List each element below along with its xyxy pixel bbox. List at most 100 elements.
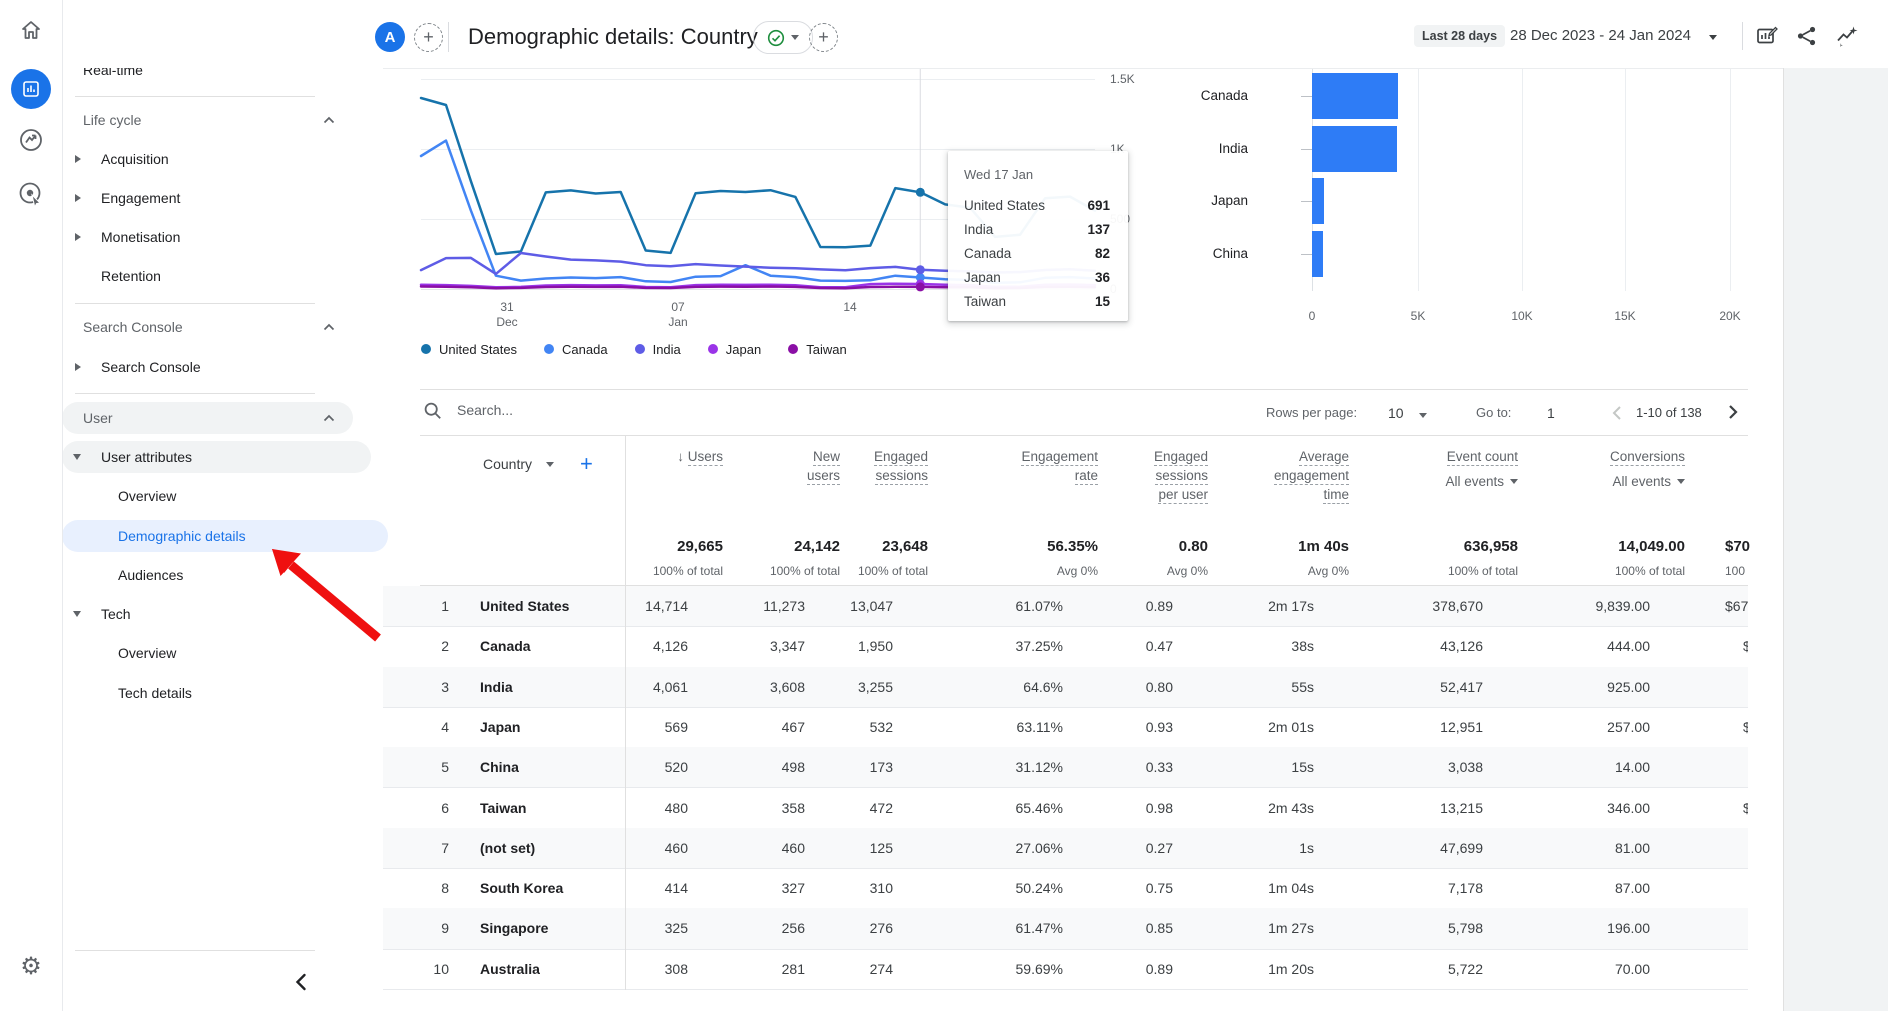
row-rank: 5 [423, 759, 449, 775]
column-header-users[interactable]: ↓ Users [677, 447, 723, 466]
column-separator [625, 435, 626, 990]
row-cell: 4,061 [653, 679, 688, 695]
column-header-conversions[interactable]: Conversions All events [1610, 447, 1685, 491]
bar[interactable] [1312, 126, 1397, 172]
nav-section-search-console[interactable]: Search Console [62, 311, 353, 343]
add-dimension-button[interactable]: + [580, 451, 593, 477]
next-page-icon[interactable] [1727, 404, 1739, 420]
row-cell: 1m 04s [1268, 880, 1314, 896]
legend-item[interactable]: United States [421, 342, 517, 357]
previous-page-icon[interactable] [1611, 405, 1623, 421]
legend-item[interactable]: Canada [544, 342, 608, 357]
table-row[interactable]: 10Australia30828127459.69%0.891m 20s5,72… [383, 949, 1748, 990]
nav-section-life-cycle[interactable]: Life cycle [62, 104, 353, 136]
nav-tech[interactable]: Tech [62, 598, 371, 630]
bar[interactable] [1312, 178, 1324, 224]
expand-arrow-icon [75, 155, 81, 163]
report-status-pill[interactable] [753, 21, 813, 54]
nav-retention[interactable]: Retention [62, 260, 371, 292]
nav-user-overview[interactable]: Overview [62, 480, 388, 512]
legend-dot [788, 344, 798, 354]
row-cell: 480 [665, 800, 688, 816]
tooltip-row: Canada82 [964, 241, 1110, 265]
nav-tech-overview[interactable]: Overview [62, 637, 388, 669]
bar-gridline [1625, 69, 1626, 291]
total-sub-partial: 100 [1725, 564, 1745, 578]
table-row[interactable]: 9Singapore32525627661.47%0.851m 27s5,798… [383, 908, 1748, 949]
tooltip-value: 15 [1095, 294, 1110, 309]
nav-label: User attributes [101, 449, 192, 465]
column-header-new-users[interactable]: Newusers [807, 447, 840, 485]
nav-section-label: Search Console [83, 319, 183, 335]
nav-monetisation[interactable]: Monetisation [62, 221, 371, 253]
legend-label: United States [439, 342, 517, 357]
column-header-engagement-rate[interactable]: Engagementrate [1021, 447, 1098, 485]
row-cell-partial: $ [1743, 638, 1748, 654]
rows-per-page-select[interactable]: 10 [1388, 405, 1427, 421]
table-row[interactable]: 3India4,0613,6083,25564.6%0.8055s52,4179… [383, 667, 1748, 708]
explore-icon[interactable] [11, 120, 51, 160]
home-icon[interactable] [11, 10, 51, 50]
bar[interactable] [1312, 73, 1398, 119]
legend-item[interactable]: India [635, 342, 681, 357]
row-cell: 2m 01s [1268, 719, 1314, 735]
row-cell: 13,215 [1440, 800, 1483, 816]
customise-report-icon[interactable] [1756, 25, 1778, 47]
row-country: (not set) [480, 840, 535, 856]
table-row[interactable]: 1United States14,71411,27313,04761.07%0.… [383, 586, 1748, 627]
column-header-event-count[interactable]: Event count All events [1445, 447, 1518, 491]
row-rank: 2 [423, 638, 449, 654]
table-row[interactable]: 6Taiwan48035847265.46%0.982m 43s13,21534… [383, 788, 1748, 829]
row-country: Japan [480, 719, 520, 735]
nav-tech-details[interactable]: Tech details [62, 677, 388, 709]
insights-icon[interactable] [1836, 25, 1858, 47]
nav-engagement[interactable]: Engagement [62, 182, 371, 214]
table-row[interactable]: 8South Korea41432731050.24%0.751m 04s7,1… [383, 868, 1748, 909]
collapse-drawer-icon[interactable] [294, 973, 308, 991]
legend-dot [635, 344, 645, 354]
column-header-engaged-sessions-per-user[interactable]: Engagedsessionsper user [1154, 447, 1208, 504]
table-row[interactable]: 5China52049817331.12%0.3315s3,03814.00 [383, 747, 1748, 788]
legend-item[interactable]: Taiwan [788, 342, 846, 357]
nav-user-attributes[interactable]: User attributes [62, 441, 371, 473]
add-report-tab-button[interactable]: + [809, 23, 838, 52]
bar[interactable] [1312, 231, 1323, 277]
tooltip-value: 82 [1095, 246, 1110, 261]
nav-audiences[interactable]: Audiences [62, 559, 388, 591]
nav-section-user[interactable]: User [62, 402, 353, 434]
table-row[interactable]: 4Japan56946753263.11%0.932m 01s12,951257… [383, 707, 1748, 748]
table-row[interactable]: 2Canada4,1263,3471,95037.25%0.4738s43,12… [383, 626, 1748, 667]
goto-page-input[interactable]: 1 [1547, 405, 1555, 421]
chevron-up-icon [323, 116, 335, 124]
row-country: China [480, 759, 519, 775]
reports-icon[interactable] [11, 69, 51, 109]
event-count-filter[interactable]: All events [1445, 472, 1518, 491]
row-country: South Korea [480, 880, 563, 896]
add-comparison-button[interactable]: + [414, 23, 443, 52]
bar-gridline [1522, 69, 1523, 291]
table-row[interactable]: 7(not set)46046012527.06%0.271s47,69981.… [383, 828, 1748, 869]
total-sub: 100% of total [1615, 564, 1685, 578]
nav-search-console[interactable]: Search Console [62, 351, 371, 383]
advertising-icon[interactable] [11, 174, 51, 214]
dimension-selector[interactable]: Country + [483, 451, 593, 477]
row-cell: 15s [1291, 759, 1314, 775]
nav-label: Retention [101, 268, 161, 284]
settings-gear-icon[interactable]: ⚙ [11, 946, 51, 986]
column-header-engaged-sessions[interactable]: Engagedsessions [874, 447, 928, 485]
share-icon[interactable] [1796, 25, 1818, 47]
bar-tick [1301, 254, 1312, 255]
nav-acquisition[interactable]: Acquisition [62, 143, 371, 175]
column-header-average-engagement-time[interactable]: Averageengagementtime [1274, 447, 1349, 504]
conversions-filter[interactable]: All events [1610, 472, 1685, 491]
date-range-selector[interactable]: 28 Dec 2023 - 24 Jan 2024 [1510, 27, 1717, 44]
row-cell: 12,951 [1440, 719, 1483, 735]
expand-arrow-icon [75, 194, 81, 202]
table-rows: 1United States14,71411,27313,04761.07%0.… [383, 586, 1748, 990]
hover-point [916, 282, 925, 291]
row-cell: 0.27 [1146, 840, 1173, 856]
avatar[interactable]: A [375, 22, 405, 52]
nav-demographic-details[interactable]: Demographic details [62, 520, 388, 552]
search-input[interactable] [455, 401, 759, 419]
legend-item[interactable]: Japan [708, 342, 761, 357]
